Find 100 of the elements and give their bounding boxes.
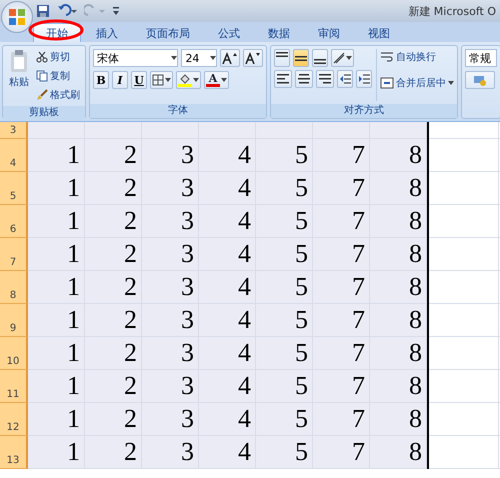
indent-icon [358,73,370,85]
ribbon-tab[interactable]: 数据 [255,23,303,42]
save-icon[interactable] [36,4,50,18]
row-header[interactable]: 12 [0,403,28,436]
table-cell: 2 [85,139,142,172]
increase-indent-button[interactable] [356,70,372,88]
horizontal-align-button[interactable] [295,70,313,88]
table-cell: 1 [28,238,85,271]
align-bottom-icon [314,59,326,64]
vertical-align-button[interactable] [312,49,328,67]
orientation-button[interactable] [331,49,354,67]
table-cell: 2 [85,436,142,469]
table-cell: 2 [85,205,142,238]
office-logo-icon [8,8,26,26]
table-cell: 5 [256,271,313,304]
empty-cell [429,337,499,370]
row-header[interactable]: 3 [0,122,28,139]
table-cell: 4 [199,172,256,205]
shrink-font-icon [245,52,261,64]
row-header[interactable]: 6 [0,205,28,238]
row-header[interactable]: 11 [0,370,28,403]
currency-button[interactable] [465,71,495,89]
group-label: 剪贴板 [3,106,85,120]
row-header[interactable]: 8 [0,271,28,304]
scissors-icon [36,51,48,63]
empty-cell [429,304,499,337]
table-cell: 8 [370,436,427,469]
row-header[interactable]: 5 [0,172,28,205]
borders-button[interactable] [150,71,173,89]
table-cell: 8 [370,238,427,271]
grow-font-icon [222,52,238,64]
outdent-icon [339,73,351,85]
table-cell: 8 [370,337,427,370]
row-header[interactable]: 9 [0,304,28,337]
table-cell: 7 [313,139,370,172]
font-name-field[interactable]: 宋体 [93,49,178,67]
dropdown-arrow-icon [165,78,171,82]
row-header[interactable]: 4 [0,139,28,172]
table-cell: 1 [28,139,85,172]
cut-button[interactable]: 剪切 [36,49,80,65]
shrink-font-button[interactable] [243,49,263,67]
window-title: 新建 Microsoft O [408,4,496,18]
table-cell: 4 [199,403,256,436]
wrap-text-button[interactable]: 自动换行 [380,49,454,65]
table-cell: 1 [28,172,85,205]
row-header[interactable]: 10 [0,337,28,370]
horizontal-align-button[interactable] [274,70,292,88]
borders-icon [152,74,164,86]
bold-button[interactable]: B [93,71,109,89]
table-cell: 1 [28,403,85,436]
paint-bucket-icon [178,73,192,87]
table-cell: 3 [142,139,199,172]
underline-button[interactable]: U [131,71,147,89]
table-cell: 4 [199,271,256,304]
table-cell: 5 [256,238,313,271]
fill-color-button[interactable] [176,71,201,89]
align-top-icon [276,52,288,57]
dropdown-arrow-icon [346,56,352,60]
table-cell: 8 [370,205,427,238]
ribbon-tab[interactable]: 插入 [83,23,131,42]
align-middle-icon [295,56,307,60]
empty-cell [429,436,499,469]
merge-center-button[interactable]: 合并后居中 [380,75,454,91]
table-cell: 2 [85,403,142,436]
vertical-align-button[interactable] [274,49,290,67]
font-size-field[interactable]: 24 [181,49,218,67]
number-format-field[interactable]: 常规 [465,49,497,67]
row-header[interactable]: 13 [0,436,28,469]
empty-cell [429,238,499,271]
italic-button[interactable]: I [112,71,128,89]
table-cell: 3 [142,205,199,238]
table-cell: 1 [28,436,85,469]
row-header[interactable]: 7 [0,238,28,271]
horizontal-align-button[interactable] [316,70,334,88]
table-cell: 4 [199,370,256,403]
table-cell: 2 [85,271,142,304]
customize-toolbar-icon[interactable] [112,6,120,16]
table-cell: 1 [28,370,85,403]
undo-icon[interactable] [56,4,78,18]
dropdown-arrow-icon [221,78,227,82]
ribbon-tab[interactable]: 视图 [355,23,403,42]
table-cell: 7 [313,304,370,337]
table-cell: 5 [256,337,313,370]
paste-button[interactable]: 粘贴 [6,49,32,103]
table-cell: 5 [256,436,313,469]
grow-font-button[interactable] [220,49,240,67]
copy-icon [36,70,48,82]
ribbon-tab[interactable]: 页面布局 [133,23,203,42]
table-cell: 8 [370,139,427,172]
table-cell: 1 [28,205,85,238]
empty-cell [429,370,499,403]
decrease-indent-button[interactable] [337,70,353,88]
copy-button[interactable]: 复制 [36,68,80,84]
table-cell: 4 [199,238,256,271]
font-color-button[interactable]: A [204,71,229,89]
format-painter-button[interactable]: 格式刷 [36,87,80,103]
vertical-align-button[interactable] [293,49,309,67]
align-center-icon [297,72,311,86]
ribbon-tab[interactable]: 公式 [205,23,253,42]
ribbon-tab[interactable]: 审阅 [305,23,353,42]
